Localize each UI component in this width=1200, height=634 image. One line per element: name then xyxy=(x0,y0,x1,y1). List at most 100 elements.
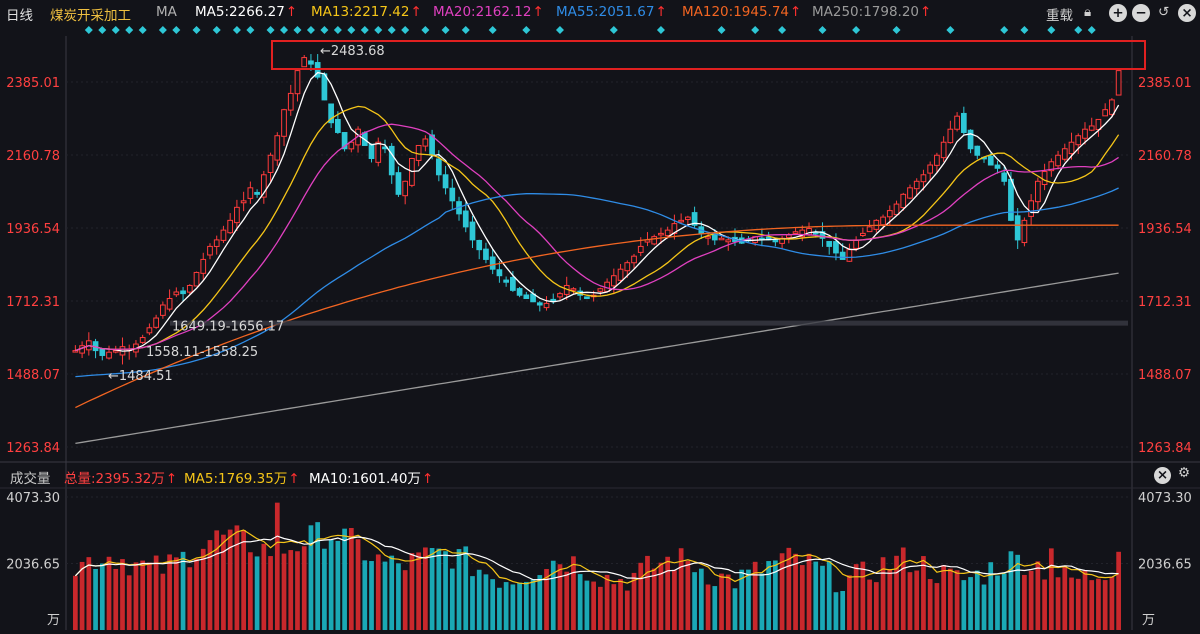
volume-bar-up xyxy=(409,553,415,630)
event-marker-icon xyxy=(98,26,107,34)
candle-up xyxy=(1075,135,1082,146)
candle-up xyxy=(664,229,671,237)
volume-bar-down xyxy=(476,569,482,630)
volume-bar-up xyxy=(402,570,408,630)
volume-tick-label-left: 2036.65 xyxy=(6,558,60,573)
event-marker-icon xyxy=(1087,26,1096,34)
up-arrow-icon: ↑ xyxy=(790,4,802,20)
candle-up xyxy=(106,351,112,359)
volume-bar-up xyxy=(685,561,691,630)
ma13-legend: MA13:2217.42↑ xyxy=(311,4,422,20)
event-marker-icon xyxy=(266,26,275,34)
volume-bar-up xyxy=(564,571,570,630)
kline-chart[interactable]: 2385.01 2385.01 2160.78 2160.78 1936.54 1936.… xyxy=(0,0,1200,634)
candle-up xyxy=(146,327,153,334)
close-circle-icon[interactable]: × xyxy=(1178,4,1196,22)
volume-bar-down xyxy=(1008,551,1014,630)
volume-bar-down xyxy=(712,586,718,630)
event-marker-icon xyxy=(387,26,396,34)
volume-bar-down xyxy=(584,580,590,630)
volume-bar-up xyxy=(348,527,354,630)
volume-total-legend: 总量:2395.32万↑ xyxy=(64,467,177,487)
candle-up xyxy=(853,239,859,249)
indicator-label[interactable]: MA xyxy=(156,4,177,20)
volume-bar-up xyxy=(880,557,886,630)
candle-up xyxy=(234,206,240,224)
plus-circle-icon[interactable]: + xyxy=(1109,4,1127,22)
volume-ma5-legend: MA5:1769.35万↑ xyxy=(184,467,300,487)
volume-bar-down xyxy=(826,561,832,630)
volume-bar-up xyxy=(73,575,78,630)
volume-bar-down xyxy=(530,579,536,630)
volume-bar-up xyxy=(611,584,617,630)
minus-circle-icon[interactable]: − xyxy=(1132,4,1150,22)
volume-bar-up xyxy=(200,548,206,630)
candle-up xyxy=(617,268,624,281)
volume-bar-up xyxy=(948,568,953,630)
candle-up xyxy=(637,245,644,253)
lock-icon[interactable]: 🔒︎ xyxy=(1084,4,1091,20)
volume-bar-down xyxy=(974,570,980,630)
candle-up xyxy=(166,297,173,310)
volume-bar-up xyxy=(1055,577,1061,630)
candle-down xyxy=(308,60,314,65)
candle-up xyxy=(1109,99,1115,115)
volume-bar-down xyxy=(342,528,347,630)
ma20-legend: MA20:2162.12↑ xyxy=(433,4,544,20)
volume-bar-down xyxy=(369,561,374,630)
candle-up xyxy=(422,138,429,147)
candle-up xyxy=(934,154,940,166)
event-marker-icon xyxy=(555,26,564,34)
volume-bar-up xyxy=(248,552,253,630)
volume-bar-down xyxy=(443,551,448,630)
volume-bar-up xyxy=(705,584,711,630)
volume-bar-up xyxy=(900,547,906,630)
event-marker-icon xyxy=(1020,26,1029,34)
volume-bar-down xyxy=(322,548,327,630)
volume-bar-down xyxy=(396,563,401,630)
volume-bar-down xyxy=(456,549,462,630)
volume-bar-down xyxy=(988,562,994,630)
ma13-value: MA13:2217.42 xyxy=(311,4,410,20)
volume-bar-up xyxy=(113,568,119,630)
volume-bar-up xyxy=(268,556,273,630)
event-marker-icon xyxy=(111,26,120,34)
volume-bar-up xyxy=(779,553,785,630)
volume-bar-down xyxy=(766,561,771,630)
up-arrow-icon: ↑ xyxy=(655,4,667,20)
event-marker-icon xyxy=(374,26,383,34)
ma55-value: MA55:2051.67 xyxy=(556,4,655,20)
volume-bar-down xyxy=(510,584,516,630)
candle-up xyxy=(294,70,301,95)
event-marker-icon xyxy=(232,26,241,34)
volume-bar-up xyxy=(120,559,125,630)
candle-down xyxy=(483,248,489,260)
close-circle-icon[interactable]: × xyxy=(1154,467,1171,484)
volume-bar-down xyxy=(537,575,543,630)
volume-bar-up xyxy=(954,570,960,630)
event-marker-icon xyxy=(1000,26,1009,34)
period-label[interactable]: 日线 xyxy=(6,4,33,24)
candle-up xyxy=(597,288,604,292)
candle-down xyxy=(960,112,967,133)
y-tick-label-left: 2385.01 xyxy=(6,76,60,91)
gap-annotation-2: 1558.11-1558.25 xyxy=(146,345,258,360)
ma120-line xyxy=(75,224,1119,409)
candle-up xyxy=(1115,70,1122,96)
candle-up xyxy=(200,258,207,274)
candle-up xyxy=(375,141,382,163)
volume-bar-up xyxy=(301,546,307,630)
candle-up xyxy=(893,203,900,216)
candle-down xyxy=(967,129,974,150)
volume-bar-up xyxy=(941,565,946,630)
volume-bar-up xyxy=(752,561,758,630)
event-marker-icon xyxy=(421,26,430,34)
undo-icon[interactable]: ↺ xyxy=(1158,4,1169,20)
event-marker-icon xyxy=(138,26,147,34)
volume-bar-up xyxy=(934,583,940,630)
volume-bar-down xyxy=(746,569,751,630)
candle-up xyxy=(570,288,577,291)
settings-icon[interactable]: ⚙ xyxy=(1178,465,1190,481)
candle-up xyxy=(954,115,960,130)
reload-button[interactable]: 重载 xyxy=(1046,4,1073,24)
